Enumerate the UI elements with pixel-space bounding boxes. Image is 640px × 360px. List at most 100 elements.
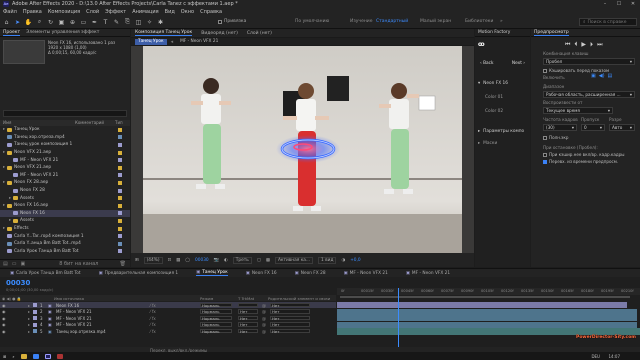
tab-effect-controls[interactable]: Элементы управления эффект (26, 30, 99, 35)
audio-toggle-icon[interactable]: ◀) (599, 73, 605, 79)
file-explorer-icon[interactable] (20, 353, 27, 359)
app-taskbar-icon[interactable] (56, 353, 63, 359)
current-time-indicator[interactable] (398, 288, 399, 353)
project-item[interactable]: ▸ Assets (0, 217, 130, 225)
fullscreen-checkbox[interactable] (543, 135, 547, 140)
pickwhip-icon[interactable]: @ (262, 316, 266, 321)
rectangle-tool-icon[interactable]: ▭ (80, 19, 87, 26)
timeline-tab[interactable]: ▣ Carla Урок Танца Bm Batt Tot (10, 271, 81, 276)
blend-mode-select[interactable]: Нормаль (200, 309, 232, 314)
workspace-menu-icon[interactable]: » (500, 19, 503, 24)
menu-item-5[interactable]: Анимация (132, 9, 158, 15)
minimize-button[interactable]: – (598, 0, 612, 8)
keyboard-language[interactable]: DEU (591, 354, 600, 359)
label-color-swatch[interactable] (118, 180, 122, 185)
workspace-libraries[interactable]: Библиотеки (465, 19, 493, 24)
clock[interactable]: 14:07 (608, 354, 620, 359)
mf-back-button[interactable]: ‹ Back (480, 61, 494, 66)
layer-row[interactable]: ◉ ▸ 2 ▣ MF - Neon VFX 21 ⁄ fx Нормаль Нет @ Нет (0, 309, 336, 315)
roto-tool-icon[interactable]: ✧ (146, 19, 153, 26)
blend-mode-select[interactable]: Нормаль (200, 322, 232, 327)
project-item[interactable]: Танец урок композиция 1 (0, 141, 130, 149)
exposure-value[interactable]: +0,0 (350, 258, 360, 263)
timeline-tab[interactable]: ▣ MF - Neon VFX 21 (406, 271, 450, 276)
project-item[interactable]: ▸ Neon VFX 21.aep (0, 164, 130, 172)
work-area-bar[interactable] (340, 296, 630, 298)
project-search-input[interactable] (3, 110, 127, 117)
browser-icon[interactable] (32, 353, 39, 359)
layer-expand-icon[interactable]: ▸ (28, 322, 30, 327)
breadcrumb-mf-neon[interactable]: MF - Neon VFX 21 (177, 39, 221, 45)
parent-select[interactable]: Нет (270, 315, 310, 321)
layer-switches-icon[interactable]: ⁄ fx (150, 329, 156, 334)
help-search-input[interactable]: ⌕ Поиск в справке (579, 18, 637, 26)
parent-select[interactable]: Нет (270, 328, 310, 334)
video-frame[interactable] (131, 46, 474, 253)
tab-preview[interactable]: Предпросмотр (534, 30, 569, 36)
brush-tool-icon[interactable]: ✎ (113, 19, 120, 26)
breadcrumb-tanec-urok[interactable]: Танец Урок (135, 38, 167, 45)
mf-params-row[interactable]: ▸ Параметры компо (478, 129, 524, 134)
after-effects-taskbar-icon[interactable] (44, 353, 51, 359)
region-of-interest-icon[interactable]: ▢ (257, 258, 261, 263)
rotate-tool-icon[interactable]: ↻ (47, 19, 54, 26)
tab-footage[interactable]: Видеоряд (нет) (201, 31, 238, 36)
menu-item-2[interactable]: Композиция (48, 9, 80, 15)
project-item[interactable]: Carla Y..анца Bm Batt Tot..mp4 (0, 240, 130, 248)
project-item[interactable]: ▸ Neon FX 28.aep (0, 179, 130, 187)
parent-select[interactable]: Нет (270, 302, 310, 308)
label-color-swatch[interactable] (118, 226, 122, 231)
layer-switches-icon[interactable]: ⁄ fx (150, 316, 156, 321)
label-color-swatch[interactable] (118, 203, 122, 208)
layer-expand-icon[interactable]: ▸ (28, 329, 30, 334)
snapshot-icon[interactable]: 📷 (214, 258, 219, 263)
mask-visibility-icon[interactable]: ◯ (185, 258, 190, 263)
layer-duration-bar[interactable] (337, 328, 640, 335)
label-color-swatch[interactable] (118, 158, 122, 163)
timeline-tab[interactable]: ▣ Предварительная композиция 1 (99, 271, 179, 276)
new-comp-icon[interactable]: ▣ (20, 261, 25, 267)
trkmat-select[interactable]: Нет (238, 315, 258, 321)
layer-row[interactable]: ◉ ▸ 4 ▣ MF - Neon VFX 21 ⁄ fx Нормаль Нет @ Нет (0, 322, 336, 328)
project-item[interactable]: MF - Neon VFX 21 (0, 172, 130, 180)
fps-select[interactable]: (30) ▾ (543, 124, 577, 131)
on-stop-option-2[interactable]: Перевх. из времени предпросм. (543, 159, 618, 164)
project-item[interactable]: ▸ Neon FX 16.aep (0, 202, 130, 210)
video-toggle-icon[interactable]: ▣ (591, 73, 596, 79)
project-item[interactable]: Танец хор.отреза.mp4 (0, 134, 130, 142)
zoom-select[interactable]: (44%) (143, 256, 163, 264)
grid-icon[interactable]: ▦ (176, 258, 180, 263)
tab-composition[interactable]: Композиция Танец Урок (135, 30, 193, 36)
on-stop-checkbox-1[interactable] (543, 152, 547, 157)
workspace-learn[interactable]: Изучение (350, 19, 373, 24)
label-color-swatch[interactable] (118, 150, 122, 155)
label-color-swatch[interactable] (118, 173, 122, 178)
resolution-select[interactable]: Треть (232, 256, 252, 264)
layer-label-color[interactable] (33, 303, 37, 307)
on-stop-checkbox-2[interactable] (543, 159, 547, 164)
layer-expand-icon[interactable]: ▸ (28, 309, 30, 314)
eye-icon[interactable]: ◉ (2, 322, 6, 327)
layer-duration-bar[interactable] (337, 321, 637, 328)
label-color-swatch[interactable] (118, 142, 122, 147)
workspace-small-screen[interactable]: Малый экран (420, 19, 451, 24)
first-frame-icon[interactable]: ⏮ (565, 41, 570, 49)
transparency-grid-icon[interactable]: ▩ (266, 258, 270, 263)
layer-row[interactable]: ◉ ▸ 1 ▣ Neon FX 16 ⁄ fx Нормаль @ Нет (0, 302, 336, 309)
project-item[interactable]: Neon FX 16 (0, 209, 130, 218)
clone-tool-icon[interactable]: ⎘ (124, 18, 131, 26)
views-select[interactable]: 1 вид (318, 256, 337, 264)
close-button[interactable]: ✕ (626, 0, 640, 8)
col-source-name[interactable]: Имя источника (54, 296, 84, 301)
taskbar-search-icon[interactable]: ⌕ (12, 354, 14, 359)
eraser-tool-icon[interactable]: ◫ (135, 19, 142, 26)
range-select[interactable]: Рабочая область, расширенная ... ▾ (543, 91, 635, 98)
layer-label-color[interactable] (33, 322, 37, 327)
layer-duration-bar[interactable] (337, 302, 627, 309)
timeline-timecode[interactable]: 00030 (6, 279, 30, 287)
windows-start-icon[interactable]: ⊞ (3, 354, 6, 359)
label-color-swatch[interactable] (118, 211, 122, 216)
menu-item-3[interactable]: Слой (86, 9, 99, 15)
project-item[interactable]: ▸ Effects (0, 225, 130, 233)
play-icon[interactable]: ▶ (581, 41, 586, 49)
